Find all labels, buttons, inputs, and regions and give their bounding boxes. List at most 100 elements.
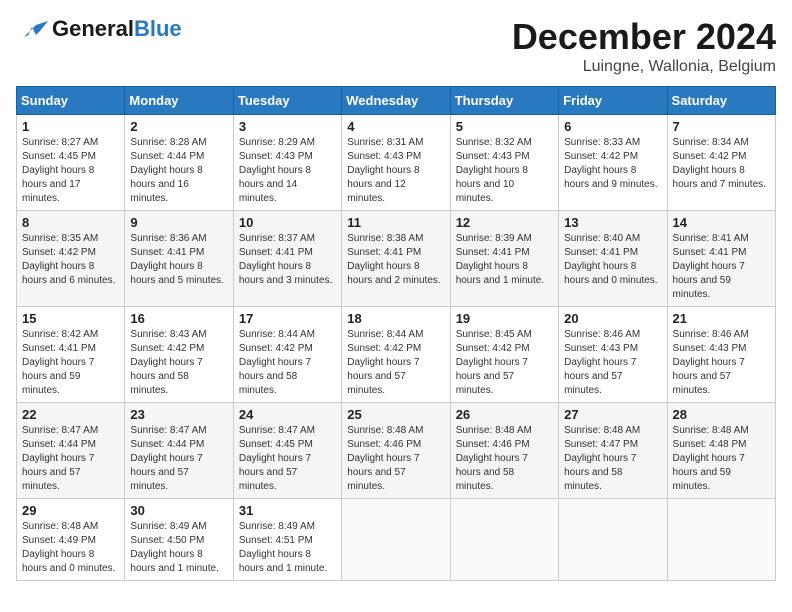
day-info: Sunrise: 8:47 AM Sunset: 4:44 PM Dayligh… <box>130 424 227 494</box>
table-row: 10 Sunrise: 8:37 AM Sunset: 4:41 PM Dayl… <box>233 211 341 307</box>
table-row: 6 Sunrise: 8:33 AM Sunset: 4:42 PM Dayli… <box>559 115 667 211</box>
day-number: 7 <box>673 119 770 134</box>
table-row: 19 Sunrise: 8:45 AM Sunset: 4:42 PM Dayl… <box>450 307 558 403</box>
table-row: 3 Sunrise: 8:29 AM Sunset: 4:43 PM Dayli… <box>233 115 341 211</box>
day-number: 25 <box>347 407 444 422</box>
table-row: 27 Sunrise: 8:48 AM Sunset: 4:47 PM Dayl… <box>559 403 667 499</box>
table-row: 9 Sunrise: 8:36 AM Sunset: 4:41 PM Dayli… <box>125 211 233 307</box>
day-info: Sunrise: 8:41 AM Sunset: 4:41 PM Dayligh… <box>673 232 770 302</box>
calendar-week-2: 8 Sunrise: 8:35 AM Sunset: 4:42 PM Dayli… <box>17 211 776 307</box>
day-number: 28 <box>673 407 770 422</box>
day-number: 14 <box>673 215 770 230</box>
table-row: 11 Sunrise: 8:38 AM Sunset: 4:41 PM Dayl… <box>342 211 450 307</box>
table-row: 18 Sunrise: 8:44 AM Sunset: 4:42 PM Dayl… <box>342 307 450 403</box>
table-row: 15 Sunrise: 8:42 AM Sunset: 4:41 PM Dayl… <box>17 307 125 403</box>
day-info: Sunrise: 8:37 AM Sunset: 4:41 PM Dayligh… <box>239 232 336 288</box>
day-number: 21 <box>673 311 770 326</box>
table-row: 14 Sunrise: 8:41 AM Sunset: 4:41 PM Dayl… <box>667 211 775 307</box>
day-number: 10 <box>239 215 336 230</box>
day-number: 23 <box>130 407 227 422</box>
day-info: Sunrise: 8:29 AM Sunset: 4:43 PM Dayligh… <box>239 136 336 206</box>
day-info: Sunrise: 8:44 AM Sunset: 4:42 PM Dayligh… <box>239 328 336 398</box>
day-info: Sunrise: 8:33 AM Sunset: 4:42 PM Dayligh… <box>564 136 661 192</box>
logo-bird-icon <box>16 17 48 41</box>
logo: GeneralBlue <box>16 16 182 42</box>
col-friday: Friday <box>559 87 667 115</box>
table-row <box>559 499 667 581</box>
day-info: Sunrise: 8:47 AM Sunset: 4:45 PM Dayligh… <box>239 424 336 494</box>
day-info: Sunrise: 8:49 AM Sunset: 4:50 PM Dayligh… <box>130 520 227 576</box>
table-row: 20 Sunrise: 8:46 AM Sunset: 4:43 PM Dayl… <box>559 307 667 403</box>
day-info: Sunrise: 8:40 AM Sunset: 4:41 PM Dayligh… <box>564 232 661 288</box>
table-row: 26 Sunrise: 8:48 AM Sunset: 4:46 PM Dayl… <box>450 403 558 499</box>
calendar-week-1: 1 Sunrise: 8:27 AM Sunset: 4:45 PM Dayli… <box>17 115 776 211</box>
table-row: 25 Sunrise: 8:48 AM Sunset: 4:46 PM Dayl… <box>342 403 450 499</box>
day-number: 1 <box>22 119 119 134</box>
day-number: 16 <box>130 311 227 326</box>
day-info: Sunrise: 8:32 AM Sunset: 4:43 PM Dayligh… <box>456 136 553 206</box>
day-number: 20 <box>564 311 661 326</box>
table-row: 28 Sunrise: 8:48 AM Sunset: 4:48 PM Dayl… <box>667 403 775 499</box>
table-row: 13 Sunrise: 8:40 AM Sunset: 4:41 PM Dayl… <box>559 211 667 307</box>
day-info: Sunrise: 8:46 AM Sunset: 4:43 PM Dayligh… <box>673 328 770 398</box>
calendar-week-5: 29 Sunrise: 8:48 AM Sunset: 4:49 PM Dayl… <box>17 499 776 581</box>
table-row: 21 Sunrise: 8:46 AM Sunset: 4:43 PM Dayl… <box>667 307 775 403</box>
day-info: Sunrise: 8:48 AM Sunset: 4:47 PM Dayligh… <box>564 424 661 494</box>
col-sunday: Sunday <box>17 87 125 115</box>
day-info: Sunrise: 8:48 AM Sunset: 4:46 PM Dayligh… <box>456 424 553 494</box>
day-info: Sunrise: 8:34 AM Sunset: 4:42 PM Dayligh… <box>673 136 770 192</box>
day-info: Sunrise: 8:27 AM Sunset: 4:45 PM Dayligh… <box>22 136 119 206</box>
page-header: GeneralBlue December 2024 Luingne, Wallo… <box>16 16 776 76</box>
table-row: 16 Sunrise: 8:43 AM Sunset: 4:42 PM Dayl… <box>125 307 233 403</box>
day-info: Sunrise: 8:48 AM Sunset: 4:49 PM Dayligh… <box>22 520 119 576</box>
day-number: 26 <box>456 407 553 422</box>
day-info: Sunrise: 8:38 AM Sunset: 4:41 PM Dayligh… <box>347 232 444 288</box>
table-row: 2 Sunrise: 8:28 AM Sunset: 4:44 PM Dayli… <box>125 115 233 211</box>
month-title: December 2024 <box>512 16 776 58</box>
table-row: 17 Sunrise: 8:44 AM Sunset: 4:42 PM Dayl… <box>233 307 341 403</box>
day-info: Sunrise: 8:47 AM Sunset: 4:44 PM Dayligh… <box>22 424 119 494</box>
day-info: Sunrise: 8:35 AM Sunset: 4:42 PM Dayligh… <box>22 232 119 288</box>
day-info: Sunrise: 8:48 AM Sunset: 4:46 PM Dayligh… <box>347 424 444 494</box>
table-row <box>342 499 450 581</box>
day-info: Sunrise: 8:43 AM Sunset: 4:42 PM Dayligh… <box>130 328 227 398</box>
logo-text: GeneralBlue <box>52 16 182 42</box>
day-number: 8 <box>22 215 119 230</box>
table-row: 4 Sunrise: 8:31 AM Sunset: 4:43 PM Dayli… <box>342 115 450 211</box>
day-info: Sunrise: 8:48 AM Sunset: 4:48 PM Dayligh… <box>673 424 770 494</box>
day-number: 11 <box>347 215 444 230</box>
col-thursday: Thursday <box>450 87 558 115</box>
col-wednesday: Wednesday <box>342 87 450 115</box>
table-row <box>667 499 775 581</box>
day-info: Sunrise: 8:46 AM Sunset: 4:43 PM Dayligh… <box>564 328 661 398</box>
table-row: 22 Sunrise: 8:47 AM Sunset: 4:44 PM Dayl… <box>17 403 125 499</box>
table-row <box>450 499 558 581</box>
day-number: 6 <box>564 119 661 134</box>
day-number: 2 <box>130 119 227 134</box>
day-number: 9 <box>130 215 227 230</box>
calendar-table: Sunday Monday Tuesday Wednesday Thursday… <box>16 86 776 581</box>
table-row: 1 Sunrise: 8:27 AM Sunset: 4:45 PM Dayli… <box>17 115 125 211</box>
table-row: 23 Sunrise: 8:47 AM Sunset: 4:44 PM Dayl… <box>125 403 233 499</box>
day-number: 24 <box>239 407 336 422</box>
table-row: 30 Sunrise: 8:49 AM Sunset: 4:50 PM Dayl… <box>125 499 233 581</box>
day-info: Sunrise: 8:44 AM Sunset: 4:42 PM Dayligh… <box>347 328 444 398</box>
day-number: 19 <box>456 311 553 326</box>
day-info: Sunrise: 8:28 AM Sunset: 4:44 PM Dayligh… <box>130 136 227 206</box>
calendar-week-3: 15 Sunrise: 8:42 AM Sunset: 4:41 PM Dayl… <box>17 307 776 403</box>
day-info: Sunrise: 8:39 AM Sunset: 4:41 PM Dayligh… <box>456 232 553 288</box>
day-info: Sunrise: 8:42 AM Sunset: 4:41 PM Dayligh… <box>22 328 119 398</box>
table-row: 29 Sunrise: 8:48 AM Sunset: 4:49 PM Dayl… <box>17 499 125 581</box>
table-row: 5 Sunrise: 8:32 AM Sunset: 4:43 PM Dayli… <box>450 115 558 211</box>
day-number: 17 <box>239 311 336 326</box>
title-block: December 2024 Luingne, Wallonia, Belgium <box>512 16 776 76</box>
table-row: 7 Sunrise: 8:34 AM Sunset: 4:42 PM Dayli… <box>667 115 775 211</box>
day-info: Sunrise: 8:36 AM Sunset: 4:41 PM Dayligh… <box>130 232 227 288</box>
location: Luingne, Wallonia, Belgium <box>512 58 776 76</box>
day-number: 13 <box>564 215 661 230</box>
day-number: 27 <box>564 407 661 422</box>
day-number: 29 <box>22 503 119 518</box>
day-info: Sunrise: 8:31 AM Sunset: 4:43 PM Dayligh… <box>347 136 444 206</box>
day-info: Sunrise: 8:45 AM Sunset: 4:42 PM Dayligh… <box>456 328 553 398</box>
day-number: 22 <box>22 407 119 422</box>
